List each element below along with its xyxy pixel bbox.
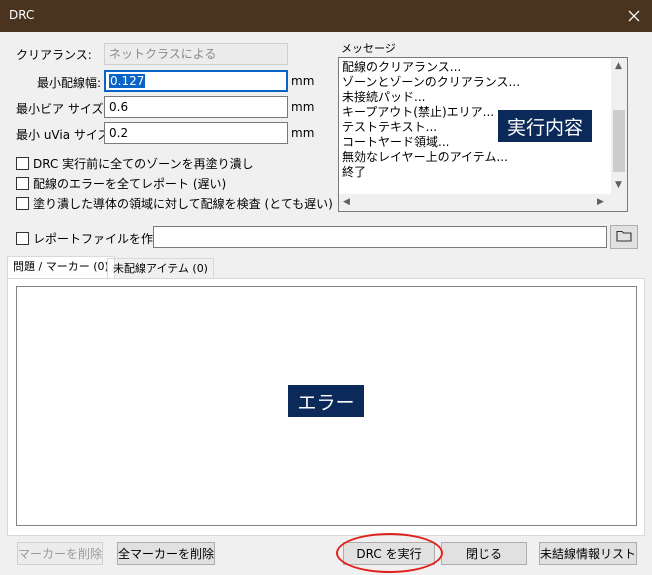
checkbox-box[interactable] <box>16 177 29 190</box>
close-icon[interactable] <box>616 0 652 32</box>
checkbox-label: 配線のエラーを全てレポート (遅い) <box>33 177 227 191</box>
messages-box[interactable]: 配線のクリアランス... ゾーンとゾーンのクリアランス... 未接続パッド...… <box>338 57 628 212</box>
messages-label: メッセージ <box>341 42 396 55</box>
unit-label: mm <box>291 126 315 140</box>
report-all-errors-checkbox[interactable]: 配線のエラーを全てレポート (遅い) <box>16 175 226 192</box>
markers-list[interactable]: エラー <box>16 286 637 526</box>
error-overlay-label: エラー <box>288 385 364 417</box>
tab-problems-markers[interactable]: 問題 / マーカー (0) <box>7 256 115 280</box>
min-uvia-size-input[interactable]: 0.2 <box>104 122 288 144</box>
scrollbar-thumb[interactable] <box>613 110 625 172</box>
delete-marker-button[interactable]: マーカーを削除 <box>17 542 103 565</box>
min-track-width-input[interactable]: 0.127 <box>104 70 288 92</box>
checkbox-label: DRC 実行前に全てのゾーンを再塗り潰し <box>33 157 254 171</box>
min-track-width-label: 最小配線幅: <box>37 76 102 90</box>
messages-vertical-scrollbar[interactable]: ▲ ▼ <box>611 58 627 194</box>
unit-label: mm <box>291 74 315 88</box>
checkbox-label: レポートファイルを作成: <box>33 232 170 246</box>
min-via-size-input[interactable]: 0.6 <box>104 96 288 118</box>
close-button[interactable]: 閉じる <box>441 542 527 565</box>
scroll-right-icon[interactable]: ▶ <box>597 197 604 207</box>
checkbox-box[interactable] <box>16 197 29 210</box>
checkbox-label: 塗り潰した導体の領域に対して配線を検査 (とても遅い) <box>33 197 333 211</box>
checkbox-box[interactable] <box>16 157 29 170</box>
annotation-ellipse <box>336 533 443 573</box>
tab-unconnected-items[interactable]: 未配線アイテム (0) <box>107 258 214 280</box>
unconnected-list-button[interactable]: 未結線情報リスト <box>539 542 637 565</box>
title-bar: DRC <box>0 0 652 32</box>
min-via-size-label: 最小ビア サイズ: <box>16 102 108 116</box>
report-file-path-input[interactable] <box>153 226 607 248</box>
message-line: 配線のクリアランス... <box>342 60 462 74</box>
unit-label: mm <box>291 100 315 114</box>
scroll-left-icon[interactable]: ◀ <box>343 197 350 207</box>
clearance-field: ネットクラスによる <box>104 43 288 65</box>
browse-folder-button[interactable] <box>610 225 638 249</box>
clearance-label: クリアランス: <box>16 48 92 62</box>
message-line: 無効なレイヤー上のアイテム... <box>342 150 508 164</box>
message-line: 終了 <box>342 165 367 179</box>
execution-overlay-label: 実行内容 <box>498 110 592 142</box>
message-line: テストテキスト... <box>342 120 438 134</box>
message-line: コートヤード領域... <box>342 135 450 149</box>
window-title: DRC <box>9 8 35 22</box>
scroll-down-icon[interactable]: ▼ <box>615 180 622 190</box>
min-track-width-value: 0.127 <box>109 74 146 88</box>
scroll-up-icon[interactable]: ▲ <box>615 61 622 71</box>
refill-zones-checkbox[interactable]: DRC 実行前に全てのゾーンを再塗り潰し <box>16 155 254 172</box>
tab-panel: エラー <box>7 278 645 536</box>
checkbox-box[interactable] <box>16 232 29 245</box>
test-tracks-vs-zones-checkbox[interactable]: 塗り潰した導体の領域に対して配線を検査 (とても遅い) <box>16 195 333 212</box>
message-line: ゾーンとゾーンのクリアランス... <box>342 75 521 89</box>
delete-all-markers-button[interactable]: 全マーカーを削除 <box>117 542 215 565</box>
messages-horizontal-scrollbar[interactable]: ◀ ▶ <box>339 194 627 211</box>
create-report-checkbox[interactable]: レポートファイルを作成: <box>16 230 169 247</box>
message-line: 未接続パッド... <box>342 90 426 104</box>
min-uvia-size-label: 最小 uVia サイズ: <box>16 128 114 142</box>
folder-icon <box>616 229 632 245</box>
message-line: キープアウト(禁止)エリア... <box>342 105 495 119</box>
